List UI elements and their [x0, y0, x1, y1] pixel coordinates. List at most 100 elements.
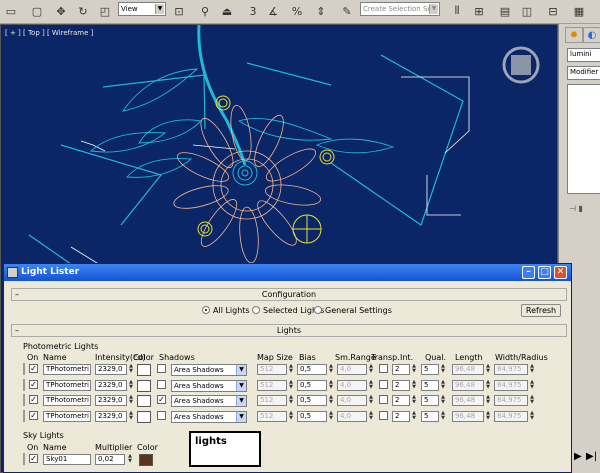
width-radius-field[interactable]: 84,975 [494, 395, 528, 406]
width-radius-spinner[interactable]: ▲ ▼ [529, 395, 535, 406]
transp-checkbox[interactable] [379, 395, 388, 404]
select-window-icon[interactable]: ▢ [28, 2, 46, 20]
sm-range-field[interactable]: 4,0 [337, 395, 367, 406]
width-radius-field[interactable]: 84,975 [494, 364, 528, 375]
lights-rollout[interactable]: – Lights [11, 324, 567, 337]
map-size-field[interactable]: 512 [257, 364, 287, 375]
select-region-icon[interactable]: ▭ [2, 2, 20, 20]
light-on-checkbox[interactable]: ✓ [29, 395, 38, 404]
sm-range-field[interactable]: 4,0 [337, 380, 367, 391]
intensity-spinner[interactable]: ▲ ▼ [128, 364, 134, 375]
sm-range-spinner[interactable]: ▲ ▼ [368, 395, 374, 406]
length-spinner[interactable]: ▲ ▼ [485, 395, 491, 406]
width-radius-field[interactable]: 84,975 [494, 380, 528, 391]
int-spinner[interactable]: ▲ ▼ [411, 411, 417, 422]
bias-field[interactable]: 0,5 [297, 380, 327, 391]
width-radius-field[interactable]: 84,975 [494, 411, 528, 422]
reference-coord-select[interactable]: View ▼ [118, 2, 166, 16]
int-spinner[interactable]: ▲ ▼ [411, 364, 417, 375]
map-size-spinner[interactable]: ▲ ▼ [288, 364, 294, 375]
align-tool-icon[interactable]: ⊞ [470, 2, 488, 20]
qual-field[interactable]: 5 [421, 364, 439, 375]
map-size-spinner[interactable]: ▲ ▼ [288, 380, 294, 391]
pivot-icon[interactable]: ⊡ [170, 2, 188, 20]
pin-stack-icon[interactable]: ⊣ ▮ [569, 204, 599, 214]
bias-spinner[interactable]: ▲ ▼ [328, 364, 334, 375]
configuration-rollout[interactable]: – Configuration [11, 288, 567, 301]
map-size-field[interactable]: 512 [257, 411, 287, 422]
curve-editor-icon[interactable]: ◫ [518, 2, 536, 20]
next-frame-icon[interactable]: ▶| [586, 451, 597, 462]
length-field[interactable]: 96,48 [452, 364, 484, 375]
object-name-field[interactable]: lumini [567, 48, 600, 62]
create-tab-icon[interactable]: ✹ [565, 27, 583, 43]
light-name-field[interactable]: TPhotometri [43, 364, 91, 375]
modifier-stack[interactable] [567, 84, 600, 194]
length-field[interactable]: 96,48 [452, 395, 484, 406]
intensity-field[interactable]: 2329,0 [95, 364, 127, 375]
shadows-dropdown[interactable]: Area Shadows ▼ [171, 364, 247, 376]
int-field[interactable]: 2 [392, 395, 410, 406]
shadow-on-checkbox[interactable] [157, 364, 166, 373]
light-on-checkbox[interactable]: ✓ [29, 380, 38, 389]
bias-spinner[interactable]: ▲ ▼ [328, 380, 334, 391]
sky-color-swatch[interactable] [139, 454, 153, 466]
light-name-field[interactable]: TPhotometri [43, 395, 91, 406]
bias-spinner[interactable]: ▲ ▼ [328, 411, 334, 422]
width-radius-spinner[interactable]: ▲ ▼ [529, 411, 535, 422]
qual-field[interactable]: 5 [421, 411, 439, 422]
length-spinner[interactable]: ▲ ▼ [485, 364, 491, 375]
intensity-field[interactable]: 2329,0 [95, 411, 127, 422]
bias-field[interactable]: 0,5 [297, 364, 327, 375]
shadows-dropdown[interactable]: Area Shadows ▼ [171, 411, 247, 423]
angle-snap-icon[interactable]: ∡ [264, 2, 282, 20]
radio-general-settings[interactable] [314, 306, 322, 314]
light-color-swatch[interactable] [137, 380, 151, 392]
transp-checkbox[interactable] [379, 411, 388, 420]
minimize-button[interactable]: – [522, 266, 535, 279]
spinner-snap-icon[interactable]: ⇕ [312, 2, 330, 20]
sm-range-field[interactable]: 4,0 [337, 364, 367, 375]
light-on-checkbox[interactable]: ✓ [29, 411, 38, 420]
bias-field[interactable]: 0,5 [297, 395, 327, 406]
light-color-swatch[interactable] [137, 395, 151, 407]
radio-all-lights[interactable] [202, 306, 210, 314]
mirror-icon[interactable]: ⫴ [448, 2, 466, 20]
intensity-spinner[interactable]: ▲ ▼ [128, 380, 134, 391]
play-icon[interactable]: ▶ [574, 451, 582, 462]
light-color-swatch[interactable] [137, 411, 151, 423]
int-field[interactable]: 2 [392, 411, 410, 422]
selection-set-select[interactable]: Create Selection Se ▼ [360, 2, 440, 16]
align-icon[interactable]: ⚲ [196, 2, 214, 20]
int-field[interactable]: 2 [392, 380, 410, 391]
sky-name-field[interactable]: Sky01 [43, 454, 91, 465]
int-spinner[interactable]: ▲ ▼ [411, 380, 417, 391]
maximize-button[interactable]: □ [538, 266, 551, 279]
radio-selected-lights[interactable] [252, 306, 260, 314]
intensity-spinner[interactable]: ▲ ▼ [128, 411, 134, 422]
length-spinner[interactable]: ▲ ▼ [485, 411, 491, 422]
modify-tab-icon[interactable]: ◐ [583, 27, 600, 43]
width-radius-spinner[interactable]: ▲ ▼ [529, 364, 535, 375]
transp-checkbox[interactable] [379, 380, 388, 389]
intensity-field[interactable]: 2329,0 [95, 395, 127, 406]
percent-snap-icon[interactable]: % [288, 2, 306, 20]
layer-icon[interactable]: ▤ [496, 2, 514, 20]
modifier-list-dropdown[interactable]: Modifier L [567, 66, 600, 80]
map-size-field[interactable]: 512 [257, 380, 287, 391]
scale-icon[interactable]: ◰ [96, 2, 114, 20]
move-icon[interactable]: ✥ [52, 2, 70, 20]
light-on-checkbox[interactable]: ✓ [29, 364, 38, 373]
map-size-spinner[interactable]: ▲ ▼ [288, 395, 294, 406]
length-spinner[interactable]: ▲ ▼ [485, 380, 491, 391]
sky-multiplier-spinner[interactable]: ▲ ▼ [127, 454, 133, 465]
qual-field[interactable]: 5 [421, 380, 439, 391]
qual-spinner[interactable]: ▲ ▼ [440, 364, 446, 375]
material-editor-icon[interactable]: ▦ [570, 2, 588, 20]
rotate-icon[interactable]: ↻ [74, 2, 92, 20]
shadow-on-checkbox[interactable]: ✓ [157, 395, 166, 404]
shadow-on-checkbox[interactable] [157, 380, 166, 389]
shadows-dropdown[interactable]: Area Shadows ▼ [171, 395, 247, 407]
qual-field[interactable]: 5 [421, 395, 439, 406]
qual-spinner[interactable]: ▲ ▼ [440, 411, 446, 422]
